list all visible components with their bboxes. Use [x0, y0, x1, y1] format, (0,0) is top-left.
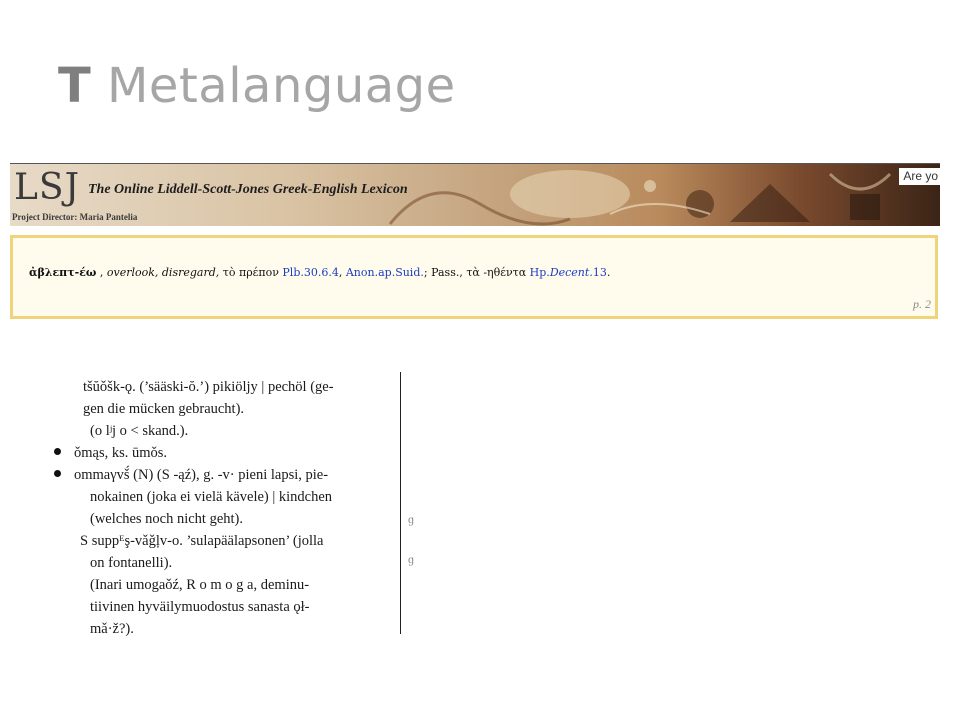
lsj-banner: LSJ The Online Liddell-Scott-Jones Greek… — [10, 164, 940, 226]
bullet-icon — [54, 448, 61, 455]
entry-text: ἀβλεπτ-έω , overlook, disregard, τὸ πρέπ… — [29, 266, 610, 279]
scan-line: on fontanelli). — [90, 555, 173, 571]
ref-work: Decent. — [549, 266, 593, 279]
scan-line: (welches noch nicht geht). — [90, 511, 244, 527]
margin-mark: ɡ — [408, 552, 414, 566]
slide-title: T Metalanguage — [58, 62, 456, 110]
are-you-text[interactable]: Are yo — [899, 168, 940, 185]
entry-separator: , — [338, 266, 346, 279]
page-number: p. 2 — [913, 297, 931, 311]
scan-line: (o lʲj o < skand.). — [90, 423, 189, 439]
entry-greek: τὸ πρέπον — [219, 266, 283, 279]
entry-separator: , — [96, 266, 107, 279]
ref-link-hp[interactable]: Hp.Decent.13 — [530, 266, 607, 279]
margin-mark: ɡ — [408, 512, 414, 526]
ref-section: 13 — [592, 266, 607, 279]
scan-line: ǒmąs, ks. ūmǒs. — [74, 445, 168, 461]
lexicon-entry: ἀβλεπτ-έω , overlook, disregard, τὸ πρέπ… — [10, 235, 938, 319]
title-text: Metalanguage — [91, 58, 456, 114]
ref-link-anon[interactable]: Anon.ap.Suid. — [346, 266, 424, 279]
scan-line: ommaγvš́ (N) (S -ąź), g. -v· pieni lapsi… — [74, 467, 329, 483]
scan-line: mǎ·ž?). — [90, 621, 134, 637]
entry-end: . — [606, 266, 611, 279]
lsj-screenshot: LSJ The Online Liddell-Scott-Jones Greek… — [10, 163, 940, 319]
scan-line: (Inari umogaǒź, R o m o g a, deminu- — [90, 577, 310, 593]
entry-passive: ; Pass., τὰ -ηθέντα — [423, 266, 530, 279]
dictionary-scan: tšŭǒšk-ǫ. (’sääski-ŏ.’) pikiöljy | pechö… — [50, 372, 420, 636]
scan-line: S suppᴱş-vǎǧļv-o. ’sulapäälapsonen’ (jol… — [80, 533, 324, 549]
project-director: Project Director: Maria Pantelia — [12, 212, 138, 222]
ref-link-plb[interactable]: Plb.30.6.4 — [282, 266, 338, 279]
scan-line: gen die mücken gebraucht). — [83, 401, 245, 417]
scan-line: tšŭǒšk-ǫ. (’sääski-ŏ.’) pikiöljy | pechö… — [83, 379, 334, 395]
ref-author: Hp. — [529, 266, 550, 279]
entry-gloss: overlook, disregard, — [106, 266, 220, 279]
column-rule — [400, 372, 401, 634]
lsj-site-title: The Online Liddell-Scott-Jones Greek-Eng… — [88, 182, 408, 197]
entry-headword: ἀβλεπτ-έω — [29, 266, 97, 279]
scan-line: tiivinen hyväilymuodostus sanasta ǫł- — [90, 599, 310, 615]
bullet-icon — [54, 470, 61, 477]
lsj-logo[interactable]: LSJ — [14, 170, 80, 206]
title-letter: T — [58, 58, 92, 114]
scan-line: nokainen (joka ei vielä kävele) | kindch… — [90, 489, 333, 505]
